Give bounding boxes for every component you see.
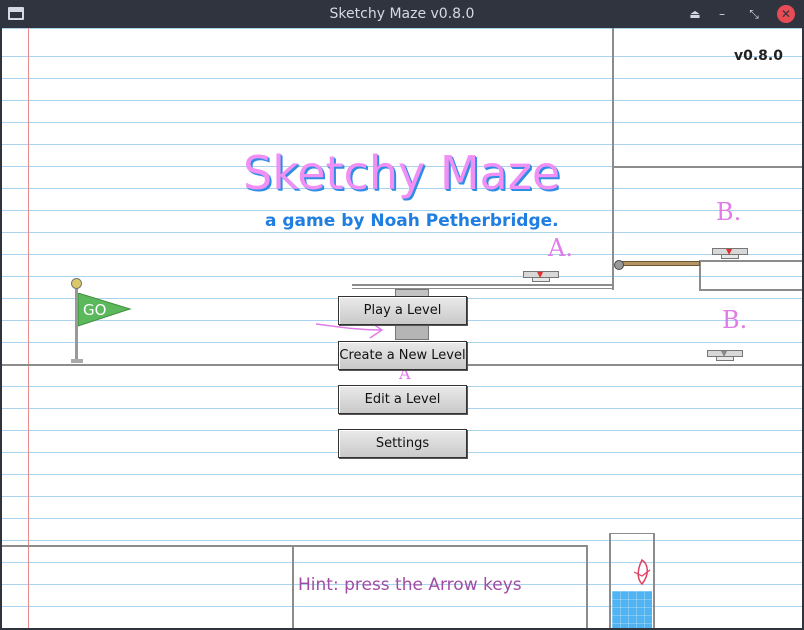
flag-label: GO (83, 301, 107, 319)
settings-button[interactable]: Settings (338, 429, 467, 458)
version-label: v0.8.0 (734, 48, 783, 64)
wooden-bridge (622, 261, 700, 266)
wall-line (612, 28, 614, 290)
marker-a: A. (548, 234, 573, 262)
window-title-bar: Sketchy Maze v0.8.0 ⏏ – ⤡ ✕ (0, 0, 804, 28)
play-level-button[interactable]: Play a Level (338, 296, 467, 325)
box-top (699, 260, 802, 262)
tank-left-wall (609, 533, 611, 628)
bottom-ledge (2, 545, 588, 547)
close-button[interactable]: ✕ (777, 5, 795, 23)
edit-level-button[interactable]: Edit a Level (338, 385, 467, 414)
ledge-line (612, 166, 802, 168)
bottom-divider-right (586, 545, 588, 628)
stone-block-lower (395, 324, 429, 340)
bottom-divider (292, 545, 294, 628)
box-bottom (699, 289, 802, 291)
author-byline: a game by Noah Petherbridge. (265, 211, 559, 231)
marker-b-lower: B. (722, 306, 748, 334)
gray-arrow-icon: ▼ (721, 349, 728, 358)
character-sprite-icon (633, 558, 651, 586)
flag-pole-base (71, 359, 83, 363)
red-arrow-icon: ▼ (537, 270, 544, 279)
window-title: Sketchy Maze v0.8.0 (329, 6, 475, 22)
tank-top (609, 533, 655, 534)
flag-pole-top (71, 278, 82, 289)
bridge-pivot (614, 260, 624, 270)
eject-icon[interactable]: ⏏ (686, 5, 704, 23)
platform-line (352, 284, 614, 286)
notebook-margin-line (28, 28, 29, 628)
game-title: Sketchy Maze (243, 146, 561, 200)
hint-text: Hint: press the Arrow keys (298, 575, 522, 595)
create-level-button[interactable]: Create a New Level (338, 341, 467, 370)
restore-button[interactable]: ⤡ (745, 5, 763, 23)
water-tank (612, 591, 652, 628)
marker-b: B. (716, 198, 742, 226)
game-canvas[interactable]: ▼ ▼ ▼ A. B. B. A GO v0.8.0 Sketchy Maze … (2, 28, 802, 628)
platform-line-under (352, 288, 614, 289)
minimize-button[interactable]: – (713, 5, 731, 23)
red-arrow-icon: ▼ (726, 247, 733, 256)
